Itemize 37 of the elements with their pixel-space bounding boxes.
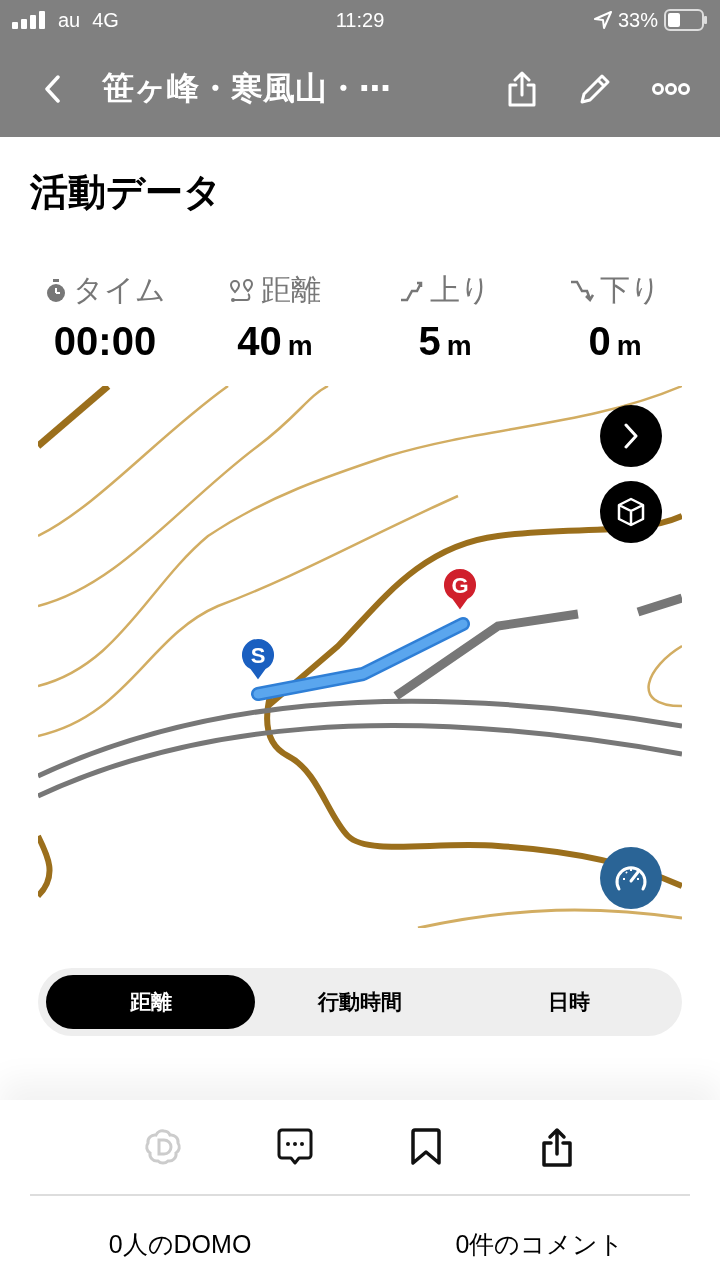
stat-value: 00:00 [53, 319, 157, 364]
stat-label: 上り [429, 272, 491, 308]
stat-unit: m [287, 330, 313, 362]
activity-title: 笹ヶ峰・寒風山・⋯ [101, 68, 392, 108]
chevron-right-icon [623, 423, 639, 449]
stat-unit: m [616, 330, 642, 362]
stat-value: 5 [418, 319, 441, 364]
more-button[interactable] [652, 82, 690, 95]
back-button[interactable] [44, 74, 60, 103]
stat-label: 下り [599, 272, 661, 308]
goal-marker: G [442, 568, 478, 612]
ascent-icon [399, 279, 424, 302]
battery-icon [664, 9, 708, 31]
cube-icon [615, 496, 647, 528]
domo-count[interactable]: 0人のDOMO [108, 1227, 252, 1261]
location-arrow-icon [593, 11, 612, 29]
sort-tab[interactable]: 日時 [464, 975, 674, 1029]
route-pins-icon [229, 278, 255, 303]
battery-percent: 33% [617, 8, 658, 32]
speedometer-icon [614, 863, 648, 893]
stopwatch-icon [44, 278, 67, 303]
stat-label: タイム [72, 272, 166, 308]
status-time: 11:29 [335, 8, 385, 31]
descent-icon [569, 279, 594, 302]
stat-value: 40 [237, 319, 282, 364]
carrier-label: au [58, 8, 81, 32]
stat-value: 0 [588, 319, 611, 364]
share-button[interactable] [506, 70, 538, 107]
section-title: 活動データ [29, 170, 223, 215]
network-label: 4G [92, 8, 119, 32]
comment-count[interactable]: 0件のコメント [455, 1227, 625, 1261]
stat-unit: m [446, 330, 472, 362]
stat-label: 距離 [261, 272, 321, 308]
signal-icon [12, 11, 46, 29]
sort-tab[interactable]: 行動時間 [255, 975, 465, 1029]
start-marker: S [240, 638, 276, 682]
sort-tab[interactable]: 距離 [46, 975, 256, 1029]
